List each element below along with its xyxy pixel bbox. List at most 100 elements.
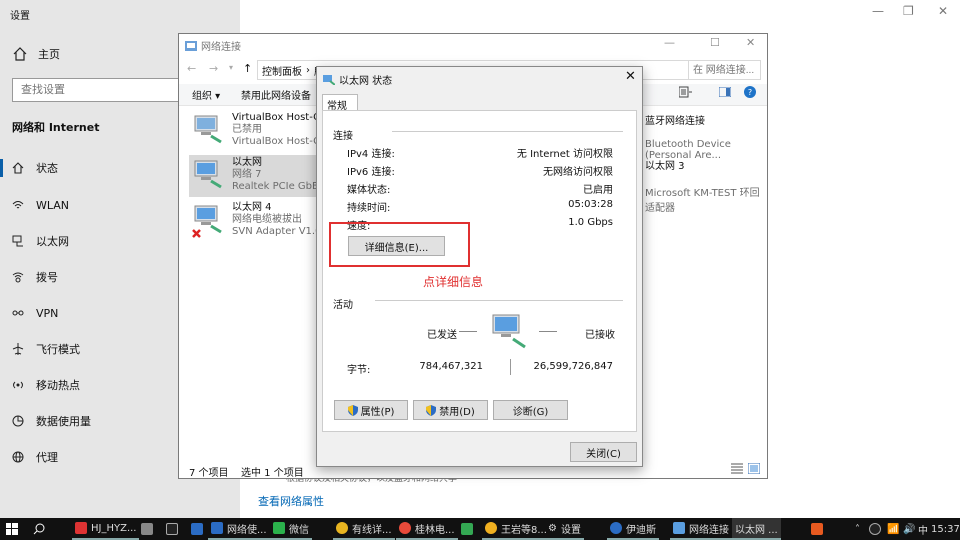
settings-title: 设置 bbox=[10, 11, 30, 22]
network-adapter-icon bbox=[191, 114, 225, 144]
bytes-sent-value: 784,467,321 bbox=[419, 361, 483, 372]
adapter-name[interactable]: 以太网 3 bbox=[645, 157, 685, 172]
maximize-button[interactable]: ☐ bbox=[710, 36, 720, 49]
app-icon bbox=[485, 522, 497, 534]
tray-expand-button[interactable]: ˄ bbox=[852, 518, 863, 540]
properties-button[interactable]: 属性(P) bbox=[334, 400, 408, 420]
annotation-text: 点详细信息 bbox=[423, 275, 484, 289]
ipv4-label: IPv4 连接: bbox=[347, 149, 395, 160]
tray-qq[interactable] bbox=[866, 518, 884, 540]
taskbar-app[interactable] bbox=[458, 518, 476, 540]
sidebar-item-label: 数据使用量 bbox=[36, 415, 91, 428]
taskbar-app[interactable]: 王岩等8... bbox=[482, 518, 550, 540]
start-button[interactable] bbox=[3, 518, 21, 540]
wifi-icon bbox=[10, 197, 26, 213]
duration-label: 持续时间: bbox=[347, 203, 391, 214]
gear-icon: ⚙ bbox=[548, 522, 557, 534]
disable-device-button[interactable]: 禁用此网络设备 bbox=[241, 87, 311, 102]
taskbar-app[interactable]: 有线详... bbox=[333, 518, 395, 540]
adapter-name[interactable]: 蓝牙网络连接 bbox=[645, 112, 705, 127]
duration-value: 05:03:28 bbox=[568, 199, 613, 210]
back-button[interactable]: ← bbox=[187, 62, 196, 75]
chevron-up-icon: ˄ bbox=[855, 523, 860, 535]
network-adapter-icon bbox=[191, 204, 225, 240]
taskbar-app[interactable]: HJ_HYZ... bbox=[72, 518, 140, 540]
shield-icon bbox=[426, 404, 437, 416]
breadcrumb[interactable]: 控制面板 bbox=[262, 63, 302, 78]
ipv6-value: 无网络访问权限 bbox=[543, 167, 613, 178]
forward-button[interactable]: → bbox=[209, 62, 218, 75]
selection-count: 选中 1 个项目 bbox=[241, 468, 304, 479]
taskbar: HJ_HYZ... 网络使... 微信 有线详... 桂林电... 王岩等8..… bbox=[0, 518, 960, 540]
taskbar-app[interactable]: 桂林电... bbox=[396, 518, 458, 540]
divider bbox=[392, 131, 623, 132]
taskbar-app[interactable]: 网络使... bbox=[208, 518, 270, 540]
data-usage-icon bbox=[10, 413, 26, 429]
help-icon[interactable]: ? bbox=[744, 86, 756, 98]
ime-button[interactable] bbox=[808, 518, 826, 540]
home-icon bbox=[12, 46, 28, 62]
sidebar-item-label: 拨号 bbox=[36, 271, 58, 284]
diagnose-button[interactable]: 诊断(G) bbox=[493, 400, 568, 420]
view-options-icon[interactable] bbox=[679, 86, 693, 98]
up-button[interactable]: ↑ bbox=[243, 62, 252, 75]
taskbar-app[interactable]: ⚙ 设置 bbox=[545, 518, 584, 540]
minimize-button[interactable]: — bbox=[872, 4, 884, 18]
recent-dropdown-button[interactable]: ▾ bbox=[229, 63, 233, 72]
qq-icon bbox=[166, 523, 178, 535]
taskbar-app[interactable] bbox=[138, 518, 156, 540]
adapter-status: 网络电缆被拔出 bbox=[232, 214, 302, 225]
minimize-button[interactable]: — bbox=[664, 36, 675, 49]
view-network-properties-link[interactable]: 查看网络属性 bbox=[258, 493, 324, 509]
sidebar-item-label: VPN bbox=[36, 306, 59, 320]
close-icon[interactable]: ✕ bbox=[625, 69, 636, 84]
sent-label: 已发送 bbox=[427, 330, 457, 341]
search-button[interactable] bbox=[30, 518, 48, 540]
app-icon bbox=[141, 523, 153, 535]
divider bbox=[375, 300, 623, 301]
taskbar-app[interactable] bbox=[163, 518, 181, 540]
disable-label: 禁用(D) bbox=[439, 406, 475, 418]
app-icon bbox=[191, 523, 203, 535]
dialog-title: 以太网 状态 bbox=[323, 72, 392, 87]
properties-label: 属性(P) bbox=[360, 406, 395, 418]
preview-pane-icon[interactable] bbox=[719, 87, 731, 97]
bytes-label: 字节: bbox=[347, 365, 371, 376]
chrome-icon bbox=[399, 522, 411, 534]
tab-general[interactable]: 常规 bbox=[322, 94, 358, 112]
close-button[interactable]: ✕ bbox=[938, 4, 948, 18]
large-icons-view-icon[interactable] bbox=[748, 463, 760, 474]
sidebar-item-label: WLAN bbox=[36, 198, 70, 212]
app-icon bbox=[75, 522, 87, 534]
section-title: 网络和 Internet bbox=[12, 121, 100, 134]
clock[interactable]: 15:37 bbox=[928, 518, 960, 540]
network-icon bbox=[673, 522, 685, 534]
speed-value: 1.0 Gbps bbox=[568, 217, 613, 228]
network-icon bbox=[323, 74, 335, 85]
vpn-icon bbox=[10, 305, 26, 321]
network-folder-icon bbox=[185, 40, 197, 51]
close-button[interactable]: 关闭(C) bbox=[570, 442, 637, 462]
window-title: 网络连接 bbox=[185, 38, 241, 53]
taskbar-app[interactable]: 网络连接 bbox=[670, 518, 732, 540]
window-title-text: 网络连接 bbox=[201, 42, 241, 53]
chrome-icon bbox=[336, 522, 348, 534]
sidebar-item-label: 以太网 bbox=[36, 235, 69, 248]
restore-button[interactable]: ❐ bbox=[903, 4, 914, 18]
taskbar-app[interactable]: 伊迪斯 bbox=[607, 518, 659, 540]
disable-button[interactable]: 禁用(D) bbox=[413, 400, 488, 420]
dialup-icon bbox=[10, 269, 26, 285]
dialog-title-text: 以太网 状态 bbox=[339, 76, 393, 87]
close-button[interactable]: ✕ bbox=[746, 36, 755, 49]
search-input[interactable] bbox=[688, 60, 761, 80]
globe-icon bbox=[10, 449, 26, 465]
taskbar-app[interactable] bbox=[188, 518, 206, 540]
details-view-icon[interactable] bbox=[731, 463, 743, 474]
taskbar-app-active[interactable]: 以太网 ... bbox=[732, 518, 781, 540]
organize-menu[interactable]: 组织 ▾ bbox=[192, 87, 220, 102]
taskbar-app[interactable]: 微信 bbox=[270, 518, 312, 540]
hotspot-icon bbox=[10, 377, 26, 393]
highlight-box bbox=[329, 222, 470, 267]
adapter-desc: Microsoft KM-TEST 环回适配器 bbox=[645, 188, 760, 214]
sidebar-item-label: 飞行模式 bbox=[36, 343, 80, 356]
